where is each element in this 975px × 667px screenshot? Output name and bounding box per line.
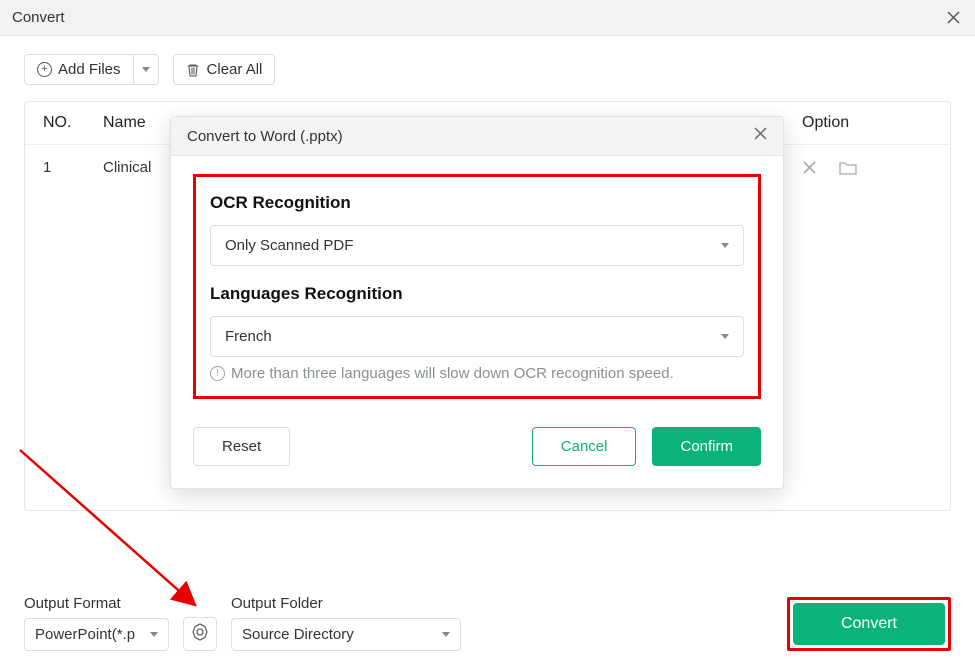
column-header-option: Option [802,114,932,132]
output-folder-value: Source Directory [242,626,354,643]
clear-all-label: Clear All [207,61,263,78]
language-value: French [225,328,272,345]
chevron-down-icon [142,67,150,72]
confirm-button[interactable]: Confirm [652,427,761,466]
chevron-down-icon [721,334,729,339]
language-hint: ! More than three languages will slow do… [210,365,744,382]
open-folder-icon[interactable] [839,160,857,175]
reset-button[interactable]: Reset [193,427,290,466]
settings-button[interactable] [183,617,217,651]
dialog-title: Convert to Word (.pptx) [187,128,343,145]
add-files-label: Add Files [58,61,121,78]
row-number: 1 [43,159,103,176]
info-icon: ! [210,366,225,381]
ocr-section-label: OCR Recognition [210,193,744,213]
column-header-no: NO. [43,114,103,132]
ocr-mode-value: Only Scanned PDF [225,237,353,254]
output-folder-select[interactable]: Source Directory [231,618,461,651]
plus-icon: + [37,62,52,77]
convert-button[interactable]: Convert [793,603,945,645]
output-format-select[interactable]: PowerPoint(*.p [24,618,169,651]
language-section-label: Languages Recognition [210,284,744,304]
add-files-dropdown-caret[interactable] [133,55,158,84]
chevron-down-icon [721,243,729,248]
ocr-mode-select[interactable]: Only Scanned PDF [210,225,744,266]
chevron-down-icon [150,632,158,637]
output-format-label: Output Format [24,595,169,612]
annotation-highlight: OCR Recognition Only Scanned PDF Languag… [193,174,761,399]
hint-text: More than three languages will slow down… [231,365,674,382]
convert-settings-dialog: Convert to Word (.pptx) OCR Recognition … [170,116,784,489]
output-folder-label: Output Folder [231,595,461,612]
annotation-highlight: Convert [787,597,951,651]
chevron-down-icon [442,632,450,637]
add-files-button[interactable]: + Add Files [24,54,159,85]
trash-icon [186,62,201,77]
output-format-value: PowerPoint(*.p [35,626,135,643]
window-title: Convert [12,9,65,26]
close-icon[interactable] [943,8,963,28]
dialog-close-icon[interactable] [754,127,767,145]
language-select[interactable]: French [210,316,744,357]
cancel-button[interactable]: Cancel [532,427,637,466]
remove-row-icon[interactable] [802,160,817,175]
gear-icon [191,623,209,646]
clear-all-button[interactable]: Clear All [173,54,276,85]
